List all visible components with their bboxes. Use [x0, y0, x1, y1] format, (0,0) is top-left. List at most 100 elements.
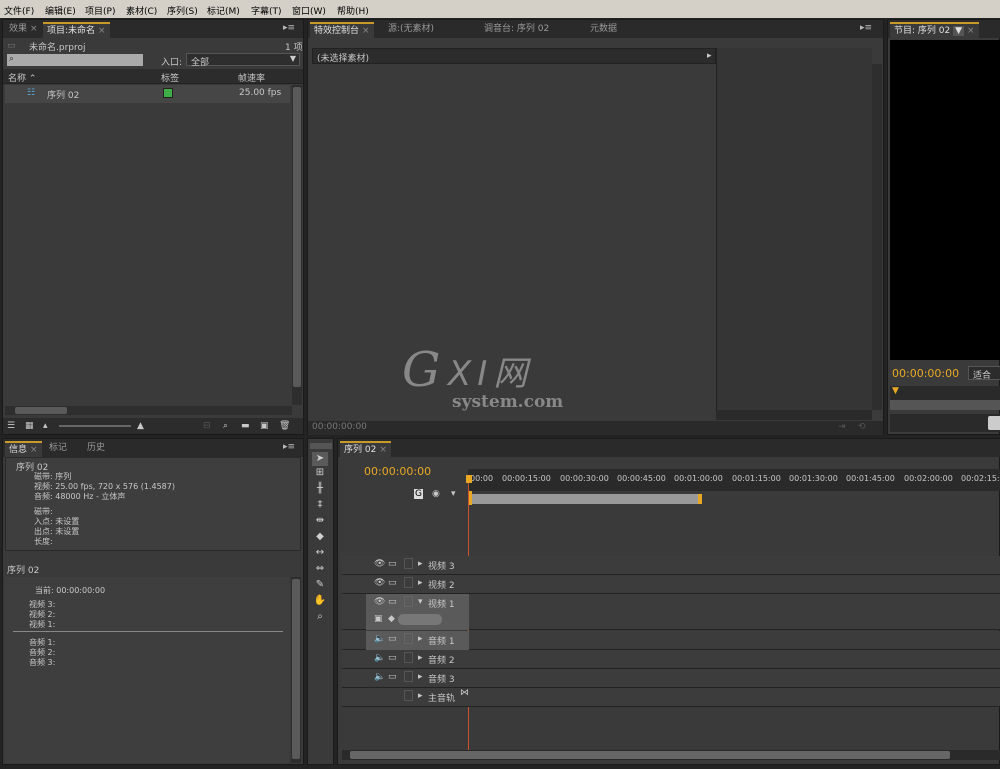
close-icon[interactable]: ×: [362, 26, 370, 36]
menu-edit[interactable]: 编辑(E): [45, 4, 76, 17]
info-scrollbar[interactable]: [291, 577, 301, 763]
collapse-triangle-icon[interactable]: ▾: [418, 597, 423, 607]
zoom-in-icon[interactable]: ▲: [137, 421, 144, 431]
keyframe-navigator[interactable]: [398, 614, 442, 625]
fit-dropdown[interactable]: 适合: [968, 366, 1000, 381]
work-area-end[interactable]: [698, 494, 702, 504]
track-video-3[interactable]: 👁 ▭ ▸ 视频 3: [342, 556, 1000, 575]
program-time-ruler[interactable]: ▼: [890, 386, 1000, 400]
table-row[interactable]: ☷ 序列 02 25.00 fps: [5, 85, 290, 103]
icon-view-icon[interactable]: ▦: [25, 421, 34, 431]
timeline-timecode[interactable]: 00:00:00:00: [364, 465, 431, 478]
tab-program[interactable]: 节目: 序列 02 ▼ ×: [890, 22, 979, 38]
chevron-down-icon[interactable]: ▼: [953, 26, 965, 36]
trash-icon[interactable]: 🗑: [279, 421, 290, 431]
sync-icon[interactable]: ▭: [388, 672, 397, 682]
tab-metadata[interactable]: 元数据: [586, 22, 621, 38]
rate-stretch-tool-icon[interactable]: ⇹: [312, 514, 328, 528]
menu-marker[interactable]: 标记(M): [207, 4, 240, 17]
track-video-1[interactable]: 👁 ▭ ▾ 视频 1 ▣ ◆: [342, 594, 1000, 630]
tab-history[interactable]: 历史: [83, 441, 109, 457]
lock-toggle[interactable]: [404, 577, 413, 588]
panel-menu-icon[interactable]: ▸≡: [283, 442, 295, 452]
scrollbar-thumb[interactable]: [15, 407, 67, 414]
vertical-scrollbar[interactable]: [292, 85, 302, 405]
col-fps[interactable]: 帧速率: [238, 71, 265, 84]
automate-icon[interactable]: ⊟: [203, 421, 211, 431]
sync-icon[interactable]: ▭: [388, 634, 397, 644]
expand-icon[interactable]: ▸: [707, 51, 712, 61]
menu-window[interactable]: 窗口(W): [292, 4, 326, 17]
close-icon[interactable]: ×: [98, 26, 106, 36]
selection-tool-icon[interactable]: ➤: [312, 452, 328, 466]
lock-toggle[interactable]: [404, 596, 413, 607]
lock-toggle[interactable]: [404, 633, 413, 644]
eye-icon[interactable]: 👁: [374, 578, 385, 588]
expand-triangle-icon[interactable]: ▸: [418, 653, 423, 663]
razor-tool-icon[interactable]: ◆: [312, 530, 328, 544]
close-icon[interactable]: ×: [30, 445, 38, 455]
track-video-2[interactable]: 👁 ▭ ▸ 视频 2: [342, 575, 1000, 594]
zoom-slider[interactable]: [59, 425, 131, 427]
tab-source[interactable]: 源:(无素材): [384, 22, 438, 38]
effect-scrollbar[interactable]: [872, 64, 882, 410]
col-name[interactable]: 名称 ⌃: [8, 71, 36, 84]
tab-audio-mixer[interactable]: 调音台: 序列 02: [480, 22, 553, 38]
track-audio-2[interactable]: 🔈 ▭ ▸ 音频 2: [342, 650, 1000, 669]
close-icon[interactable]: ×: [30, 24, 38, 34]
tab-effect-controls[interactable]: 特效控制台 ×: [310, 22, 374, 38]
eye-icon[interactable]: 👁: [374, 559, 385, 569]
time-ruler[interactable]: 00:00 00:00:15:00 00:00:30:00 00:00:45:0…: [468, 469, 1000, 491]
play-button[interactable]: [988, 416, 1000, 430]
pen-tool-icon[interactable]: ✎: [312, 578, 328, 592]
col-label[interactable]: 标签: [161, 71, 179, 84]
tab-markers[interactable]: 标记: [45, 441, 71, 457]
playhead-marker-icon[interactable]: ▼: [892, 386, 899, 396]
tab-sequence[interactable]: 序列 02 ×: [340, 441, 391, 457]
playhead-handle[interactable]: [466, 475, 472, 483]
horizontal-scrollbar[interactable]: [5, 406, 292, 415]
speaker-icon[interactable]: 🔈: [374, 634, 385, 644]
eye-icon[interactable]: 👁: [374, 597, 385, 607]
list-view-icon[interactable]: ☰: [7, 421, 15, 431]
expand-triangle-icon[interactable]: ▸: [418, 691, 423, 701]
track-audio-1[interactable]: 🔈 ▭ ▸ 音频 1: [342, 631, 1000, 650]
work-area-bar[interactable]: [468, 494, 700, 504]
new-bin-icon[interactable]: ▬: [241, 421, 250, 431]
display-style-icon[interactable]: ▣: [374, 614, 383, 624]
speaker-icon[interactable]: 🔈: [374, 653, 385, 663]
slide-tool-icon[interactable]: ⇔: [312, 562, 328, 576]
marker-icon[interactable]: ◉: [432, 489, 440, 499]
film-icon[interactable]: ▭: [388, 578, 397, 588]
add-marker-icon[interactable]: ▾: [451, 489, 456, 499]
film-icon[interactable]: ▭: [388, 597, 397, 607]
export-icon[interactable]: ⇥: [838, 422, 846, 432]
rolling-edit-tool-icon[interactable]: ‡: [312, 498, 328, 512]
snap-icon[interactable]: G: [414, 489, 423, 499]
scrollbar-thumb[interactable]: [350, 751, 950, 759]
sync-icon[interactable]: ▭: [388, 653, 397, 663]
scrollbar-thumb[interactable]: [292, 579, 300, 759]
expand-triangle-icon[interactable]: ▸: [418, 672, 423, 682]
track-audio-3[interactable]: 🔈 ▭ ▸ 音频 3: [342, 669, 1000, 688]
tab-project[interactable]: 项目:未命名 ×: [43, 22, 110, 38]
menu-help[interactable]: 帮助(H): [337, 4, 369, 17]
lock-toggle[interactable]: [404, 690, 413, 701]
lock-toggle[interactable]: [404, 558, 413, 569]
menu-title[interactable]: 字幕(T): [251, 4, 282, 17]
tab-info[interactable]: 信息 ×: [5, 441, 42, 457]
speaker-icon[interactable]: 🔈: [374, 672, 385, 682]
slip-tool-icon[interactable]: ↔: [312, 546, 328, 560]
loop-icon[interactable]: ⟲: [858, 422, 866, 432]
menu-file[interactable]: 文件(F): [4, 4, 34, 17]
hand-tool-icon[interactable]: ✋: [312, 594, 328, 608]
program-zoom-bar[interactable]: [890, 400, 1000, 410]
close-icon[interactable]: ×: [967, 26, 975, 36]
track-master[interactable]: ▸ 主音轨 ⋈: [342, 688, 1000, 707]
entry-dropdown[interactable]: 全部 ▼: [186, 53, 300, 68]
zoom-tool-icon[interactable]: ⌕: [312, 610, 328, 624]
find-icon[interactable]: ⌕: [223, 421, 228, 431]
expand-triangle-icon[interactable]: ▸: [418, 634, 423, 644]
menu-clip[interactable]: 素材(C): [126, 4, 157, 17]
menu-sequence[interactable]: 序列(S): [167, 4, 198, 17]
